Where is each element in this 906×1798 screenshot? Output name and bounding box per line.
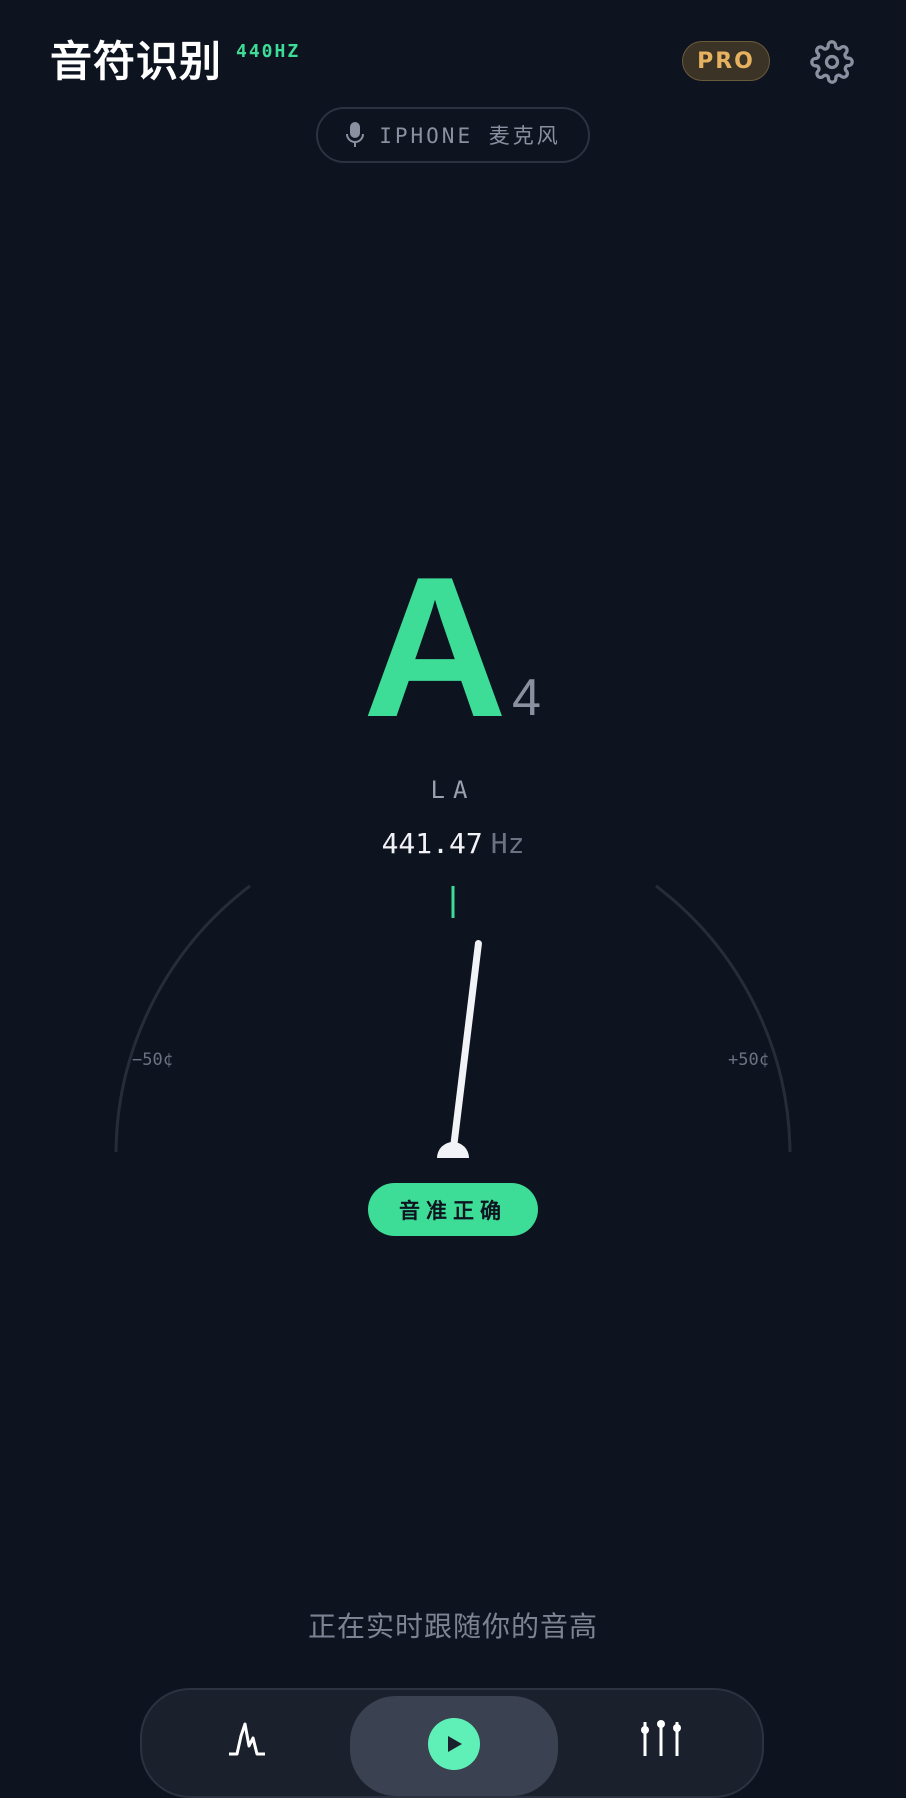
reference-pitch-label[interactable]: 440HZ xyxy=(236,41,300,62)
gauge-arc-right xyxy=(655,884,792,1153)
frequency-readout: 441.47 Hz xyxy=(353,827,553,860)
gauge-arc-left xyxy=(114,884,251,1153)
cents-max-label: +50¢ xyxy=(728,1050,769,1070)
bottom-tab-bar xyxy=(140,1688,764,1798)
pro-button[interactable]: PRO xyxy=(682,41,770,81)
waveform-icon xyxy=(229,1722,265,1756)
tracking-hint: 正在实时跟随你的音高 xyxy=(307,1610,598,1643)
detected-note: A xyxy=(362,536,508,759)
frequency-unit: Hz xyxy=(490,827,525,860)
tuning-status-badge: 音准正确 xyxy=(368,1183,538,1236)
sliders-icon xyxy=(641,1720,681,1756)
input-source-selector[interactable]: IPHONE 麦克风 xyxy=(316,107,590,163)
tab-tuner[interactable] xyxy=(350,1690,558,1790)
input-source-label: IPHONE 麦克风 xyxy=(379,124,561,148)
note-octave: 4 xyxy=(512,669,541,727)
tuning-gauge xyxy=(114,884,792,1158)
tab-waveform[interactable] xyxy=(182,1690,312,1790)
needle-pivot xyxy=(437,1142,469,1158)
tab-sliders[interactable] xyxy=(596,1690,726,1790)
gear-icon xyxy=(810,40,854,84)
tuning-needle xyxy=(449,940,482,1156)
solfege-label: LA xyxy=(430,776,476,804)
page-title: 音符识别 xyxy=(50,37,223,86)
frequency-value: 441.47 xyxy=(381,827,483,860)
tuner-play-icon xyxy=(428,1718,480,1770)
cents-min-label: −50¢ xyxy=(132,1050,173,1070)
settings-button[interactable] xyxy=(808,38,856,86)
microphone-icon xyxy=(346,122,365,147)
